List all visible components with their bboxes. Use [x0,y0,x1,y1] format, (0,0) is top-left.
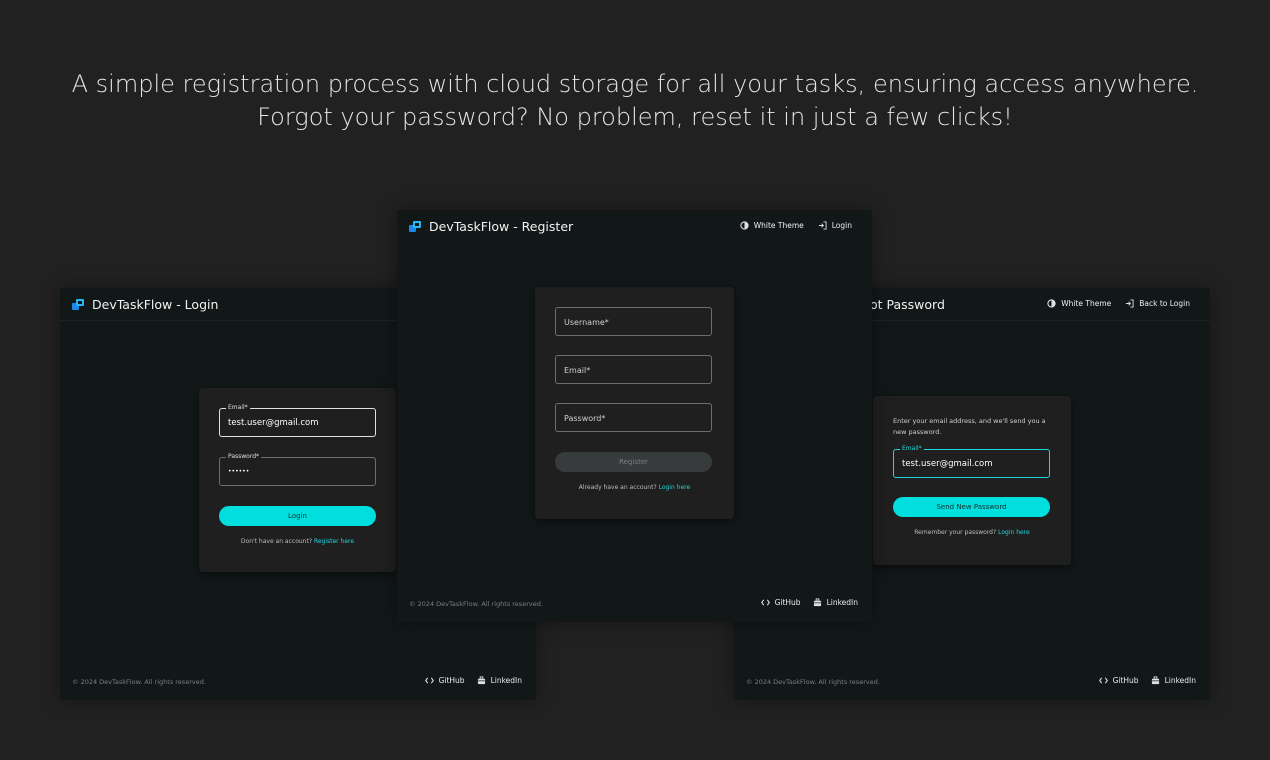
devtaskflow-logo-icon [409,220,421,232]
github-link[interactable]: GitHub [760,598,801,607]
headline-line-1: A simple registration process with cloud… [71,70,1199,98]
github-label: GitHub [438,676,465,685]
footer-copyright: © 2024 DevTaskFlow. All rights reserved. [746,678,880,686]
email-value: test.user@gmail.com [228,418,319,428]
login-helper: Already have an account? Login here [535,484,734,491]
password-label: Password* [226,453,262,461]
back-to-login-label: Back to Login [1139,299,1190,308]
login-button[interactable]: Login [219,506,376,526]
brand-title: DevTaskFlow - Login [92,297,219,312]
briefcase-icon [813,598,821,607]
footer-links: GitHub LinkedIn [760,598,858,607]
code-icon [1098,677,1108,684]
password-placeholder: Password* [564,414,606,423]
theme-toggle[interactable]: White Theme [1047,299,1111,308]
linkedin-link[interactable]: LinkedIn [1151,676,1196,685]
email-label: Email* [900,445,924,453]
app-bar: DevTaskFlow - Register White Theme Login [397,210,872,243]
email-value: test.user@gmail.com [902,459,993,469]
register-card: Username* Email* Password* Register Alre… [535,287,734,519]
email-label: Email* [226,404,250,412]
login-link[interactable]: Login here [998,529,1030,536]
github-link[interactable]: GitHub [424,676,465,685]
email-field[interactable]: Email* test.user@gmail.com [893,445,1050,478]
helper-text: Already have an account? [578,484,657,491]
brand-title: DevTaskFlow - Register [429,219,574,234]
github-link[interactable]: GitHub [1098,676,1139,685]
headline-line-2: Forgot your password? No problem, reset … [257,103,1013,131]
brand-title: ot Password [870,297,945,312]
devtaskflow-logo-icon [72,298,84,310]
github-label: GitHub [1112,676,1139,685]
password-field[interactable]: Password* [555,403,712,432]
email-field[interactable]: Email* [555,355,712,384]
username-field[interactable]: Username* [555,307,712,336]
helper-text: Remember your password? [914,529,997,536]
briefcase-icon [477,676,485,685]
forgot-card: Enter your email address, and we'll send… [873,396,1071,565]
linkedin-link[interactable]: LinkedIn [813,598,858,607]
login-nav-label: Login [831,221,852,230]
linkedin-label: LinkedIn [490,676,522,685]
headline: A simple registration process with cloud… [0,68,1270,134]
username-placeholder: Username* [564,318,609,327]
footer-copyright: © 2024 DevTaskFlow. All rights reserved. [72,678,206,686]
email-placeholder: Email* [564,366,591,375]
send-new-password-button[interactable]: Send New Password [893,497,1050,517]
linkedin-link[interactable]: LinkedIn [477,676,522,685]
theme-toggle-label: White Theme [753,221,804,230]
brand[interactable]: DevTaskFlow - Register [409,219,573,234]
register-screen: DevTaskFlow - Register White Theme Login… [397,210,872,622]
email-field[interactable]: Email* test.user@gmail.com [219,404,376,437]
register-button[interactable]: Register [555,452,712,472]
briefcase-icon [1151,676,1159,685]
helper-text: Don't have an account? [240,538,313,545]
register-link[interactable]: Register here [314,538,354,545]
login-arrow-icon [818,221,827,230]
github-label: GitHub [774,598,801,607]
contrast-icon [740,221,749,230]
footer-links: GitHub LinkedIn [1098,676,1196,685]
back-to-login-link[interactable]: Back to Login [1125,299,1190,308]
register-helper: Don't have an account? Register here [199,538,396,545]
code-icon [424,677,434,684]
footer-copyright: © 2024 DevTaskFlow. All rights reserved. [409,600,543,608]
brand[interactable]: DevTaskFlow - Login [72,297,218,312]
theme-toggle-label: White Theme [1061,299,1112,308]
linkedin-label: LinkedIn [1164,676,1196,685]
theme-toggle[interactable]: White Theme [740,221,804,230]
linkedin-label: LinkedIn [826,598,858,607]
login-arrow-icon [1126,299,1134,308]
login-helper: Remember your password? Login here [873,529,1071,536]
login-nav-link[interactable]: Login [818,221,852,230]
login-card: Email* test.user@gmail.com Password* •••… [199,388,396,572]
nav: White Theme Login [740,221,852,230]
brand[interactable]: ot Password [870,297,945,312]
password-field[interactable]: Password* •••••• [219,453,376,486]
forgot-description: Enter your email address, and we'll send… [893,417,1046,436]
login-link[interactable]: Login here [659,484,691,491]
nav: White Theme Back to Login [1047,299,1190,308]
password-value: •••••• [228,468,250,475]
footer-links: GitHub LinkedIn [424,676,522,685]
contrast-icon [1047,299,1056,308]
code-icon [760,599,770,606]
